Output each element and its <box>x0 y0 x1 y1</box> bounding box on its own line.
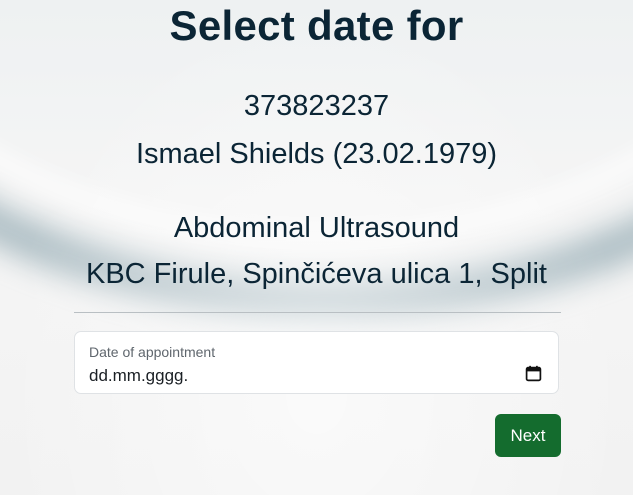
divider <box>74 312 561 313</box>
calendar-icon[interactable] <box>525 365 542 382</box>
procedure-name: Abdominal Ultrasound <box>173 212 460 244</box>
next-button[interactable]: Next <box>495 414 561 457</box>
date-field-label: Date of appointment <box>89 344 216 360</box>
date-field[interactable]: Date of appointment dd.mm.gggg. <box>74 331 559 394</box>
patient-name-dob: Ismael Shields (23.02.1979) <box>135 138 498 170</box>
page-title: Select date for <box>169 2 464 49</box>
location-address: KBC Firule, Spinčićeva ulica 1, Split <box>86 258 547 290</box>
patient-id: 373823237 <box>243 90 390 122</box>
page-content: Select date for 373823237 Ismael Shields… <box>0 0 633 495</box>
date-input[interactable]: dd.mm.gggg. <box>89 366 489 386</box>
